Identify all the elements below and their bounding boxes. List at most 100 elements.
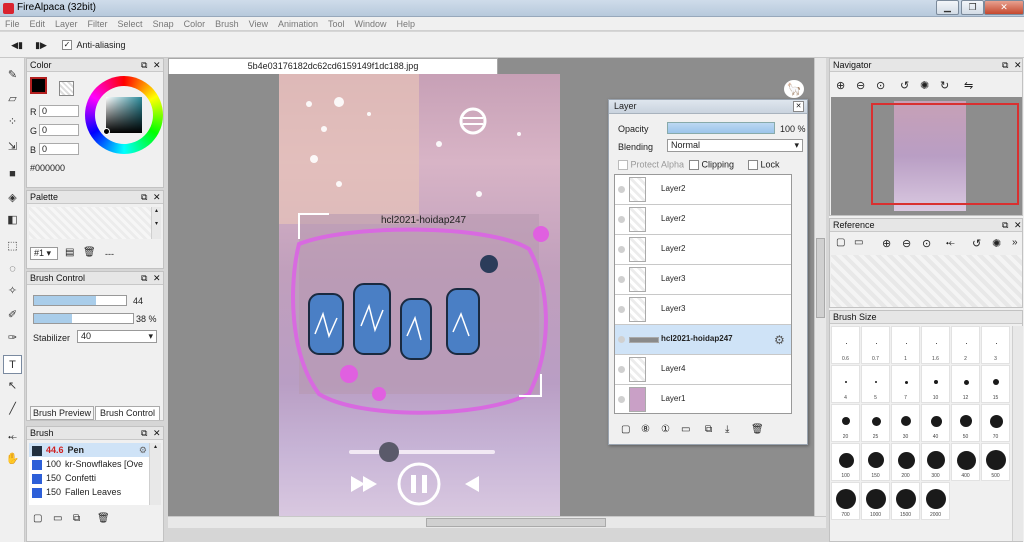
- color-picker-handle[interactable]: [103, 128, 110, 135]
- bucket-tool-icon[interactable]: ◈: [3, 189, 22, 208]
- lock-checkbox[interactable]: [748, 159, 758, 170]
- layer-row[interactable]: Layer3: [615, 295, 791, 325]
- layer-opacity-slider[interactable]: [667, 122, 775, 134]
- zoom-out-icon[interactable]: ⊖: [856, 79, 865, 92]
- palette-set-select[interactable]: #1 ▾: [30, 247, 58, 260]
- magic-wand-icon[interactable]: ✧: [3, 282, 22, 301]
- close-panel-icon[interactable]: ✕: [1014, 219, 1022, 231]
- visibility-icon[interactable]: [618, 276, 625, 283]
- menu-view[interactable]: View: [244, 17, 273, 31]
- brush-size-option[interactable]: 500: [981, 443, 1010, 481]
- tab-brush-control[interactable]: Brush Control: [95, 406, 160, 420]
- menu-select[interactable]: Select: [113, 17, 148, 31]
- clipping-option[interactable]: Clipping: [689, 159, 734, 170]
- brush-size-option[interactable]: 10: [921, 365, 950, 403]
- eyedropper-icon[interactable]: ⤝: [3, 428, 22, 447]
- brush-size-option[interactable]: 40: [921, 404, 950, 442]
- lasso-tool-icon[interactable]: ◌: [3, 260, 22, 279]
- zoom-out-icon[interactable]: ⊖: [902, 237, 911, 250]
- brush-size-option[interactable]: 1: [891, 326, 920, 364]
- rotate-left-icon[interactable]: ↺: [972, 237, 981, 250]
- float-panel-icon[interactable]: ⧉: [1002, 219, 1008, 231]
- brush-list-scrollbar[interactable]: ▴: [149, 443, 161, 505]
- rotate-reset-icon[interactable]: ✺: [920, 79, 929, 92]
- navigator-view-frame[interactable]: [871, 103, 1019, 205]
- layer-row[interactable]: Layer4: [615, 355, 791, 385]
- float-panel-icon[interactable]: ⧉: [1002, 59, 1008, 71]
- reference-preview[interactable]: [831, 255, 1022, 307]
- new-layer-icon[interactable]: ▢: [621, 424, 630, 435]
- menu-file[interactable]: File: [0, 17, 25, 31]
- layer-row[interactable]: Layer3: [615, 265, 791, 295]
- brush-size-option[interactable]: 5: [861, 365, 890, 403]
- delete-layer-icon[interactable]: 🗑: [751, 424, 764, 435]
- zoom-in-icon[interactable]: ⊕: [836, 79, 845, 92]
- brush-size-option[interactable]: 400: [951, 443, 980, 481]
- palette-scrollbar[interactable]: ▴ ▾: [151, 207, 161, 239]
- open-reference-icon[interactable]: ▭: [854, 237, 863, 248]
- lock-option[interactable]: Lock: [748, 159, 780, 170]
- brush-size-option[interactable]: 1.6: [921, 326, 950, 364]
- navigator-preview[interactable]: [831, 97, 1022, 215]
- eyedropper-icon[interactable]: ⤝: [946, 237, 955, 250]
- layer-row[interactable]: Layer1: [615, 385, 791, 413]
- menu-color[interactable]: Color: [179, 17, 211, 31]
- close-panel-icon[interactable]: ✕: [153, 59, 161, 71]
- brush-size-option[interactable]: 12: [951, 365, 980, 403]
- menu-animation[interactable]: Animation: [273, 17, 323, 31]
- delete-brush-icon[interactable]: 🗑: [97, 513, 110, 524]
- add-brush-icon[interactable]: ▢: [33, 513, 42, 524]
- layer-row[interactable]: Layer2: [615, 205, 791, 235]
- duplicate-layer-icon[interactable]: ⧉: [705, 424, 712, 435]
- close-window-button[interactable]: ✕: [984, 0, 1024, 15]
- select-tool-icon[interactable]: ⬚: [3, 237, 22, 256]
- zoom-reset-icon[interactable]: ⊙: [876, 79, 885, 92]
- maximize-button[interactable]: ❐: [961, 0, 984, 15]
- brush-size-option[interactable]: 1000: [861, 482, 890, 520]
- brush-size-option[interactable]: 3: [981, 326, 1010, 364]
- primary-color-swatch[interactable]: [30, 77, 47, 94]
- prev-frame-icon[interactable]: ◀▮: [10, 38, 24, 52]
- brush-size-option[interactable]: 15: [981, 365, 1010, 403]
- visibility-icon[interactable]: [618, 396, 625, 403]
- blending-select[interactable]: Normal ▾: [667, 139, 803, 152]
- close-panel-icon[interactable]: ✕: [153, 191, 161, 203]
- close-panel-icon[interactable]: ✕: [1014, 59, 1022, 71]
- new-reference-icon[interactable]: ▢: [836, 237, 845, 248]
- stabilizer-select[interactable]: 40 ▾: [77, 330, 157, 343]
- menu-edit[interactable]: Edit: [25, 17, 51, 31]
- artwork-image[interactable]: hcl2021-hoidap247: [279, 74, 560, 516]
- horizontal-scroll-thumb[interactable]: [426, 518, 606, 527]
- b-input[interactable]: 0: [39, 143, 79, 155]
- brush-size-option[interactable]: 7: [891, 365, 920, 403]
- float-panel-icon[interactable]: ⧉: [141, 59, 147, 71]
- brush-size-option[interactable]: 25: [861, 404, 890, 442]
- brush-size-option[interactable]: 2000: [921, 482, 950, 520]
- menu-brush[interactable]: Brush: [210, 17, 244, 31]
- brush-size-option[interactable]: 70: [981, 404, 1010, 442]
- document-tab[interactable]: 5b4e03176182dc62cd6159149f1dc188.jpg: [168, 58, 498, 74]
- folder-icon[interactable]: ▭: [53, 513, 62, 524]
- brush-item-snowflakes[interactable]: 100 kr-Snowflakes [Ove: [29, 457, 149, 471]
- rotate-reset-icon[interactable]: ✺: [992, 237, 1001, 250]
- brush-size-option[interactable]: 20: [831, 404, 860, 442]
- g-input[interactable]: 0: [39, 124, 79, 136]
- secondary-color-swatch[interactable]: [59, 81, 74, 96]
- layer-row[interactable]: Layer2: [615, 175, 791, 205]
- brush-size-option[interactable]: 0.7: [861, 326, 890, 364]
- visibility-icon[interactable]: [618, 216, 625, 223]
- protect-alpha-option[interactable]: Protect Alpha: [618, 159, 684, 170]
- saturation-square[interactable]: [106, 97, 142, 133]
- merge-down-icon[interactable]: ⤓: [725, 424, 729, 435]
- gear-icon[interactable]: ⚙: [139, 443, 147, 457]
- layer-row[interactable]: Layer2: [615, 235, 791, 265]
- eraser-tool-icon[interactable]: ▱: [3, 90, 22, 109]
- close-panel-icon[interactable]: ✕: [793, 101, 804, 112]
- brush-size-option[interactable]: 30: [891, 404, 920, 442]
- canvas-vertical-scrollbar[interactable]: [814, 58, 826, 516]
- select-eraser-icon[interactable]: ✑: [3, 329, 22, 348]
- flip-icon[interactable]: ⇋: [964, 79, 973, 92]
- gradient-tool-icon[interactable]: ◧: [3, 211, 22, 230]
- brush-size-option[interactable]: 300: [921, 443, 950, 481]
- close-panel-icon[interactable]: ✕: [153, 272, 161, 284]
